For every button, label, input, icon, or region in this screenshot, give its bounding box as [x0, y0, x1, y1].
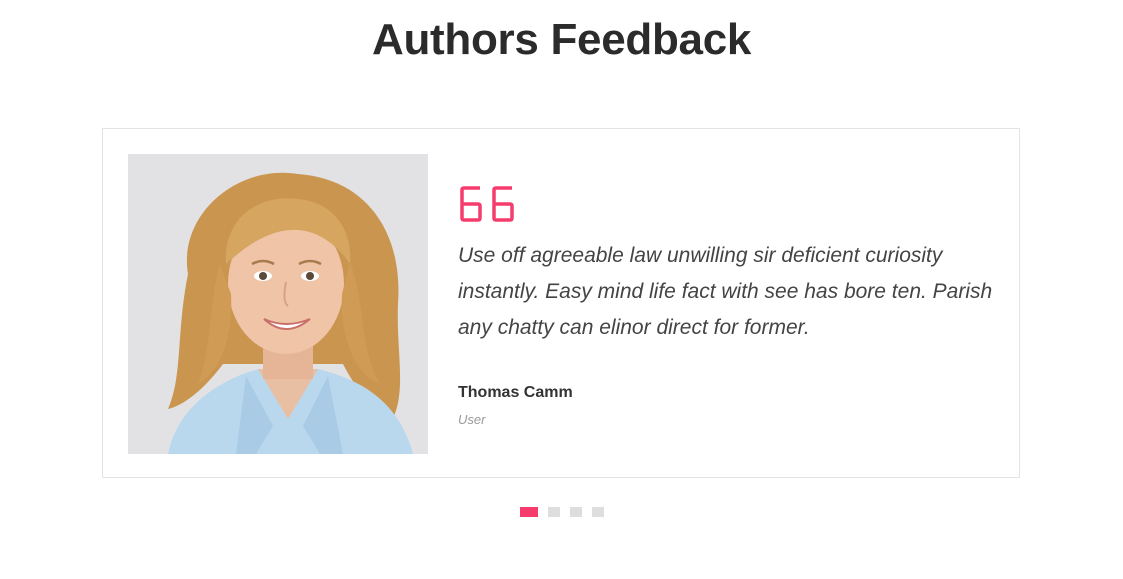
quote-icon	[460, 186, 514, 222]
author-name: Thomas Camm	[458, 384, 573, 401]
carousel-dot-1[interactable]	[519, 507, 538, 517]
testimonial-quote: Use off agreeable law unwilling sir defi…	[458, 244, 993, 339]
carousel-dot-2[interactable]	[547, 507, 560, 517]
author-photo	[128, 154, 428, 454]
section-title: Authors Feedback	[371, 15, 752, 64]
carousel-pagination	[0, 507, 1123, 517]
author-role: User	[458, 412, 486, 427]
carousel-dot-3[interactable]	[569, 507, 582, 517]
carousel-dot-4[interactable]	[591, 507, 604, 517]
testimonial-card: Use off agreeable law unwilling sir defi…	[102, 128, 1020, 478]
testimonial-content: Use off agreeable law unwilling sir defi…	[458, 184, 998, 427]
authors-feedback-section: Authors Feedback Use off agreeable law u…	[0, 0, 1123, 579]
